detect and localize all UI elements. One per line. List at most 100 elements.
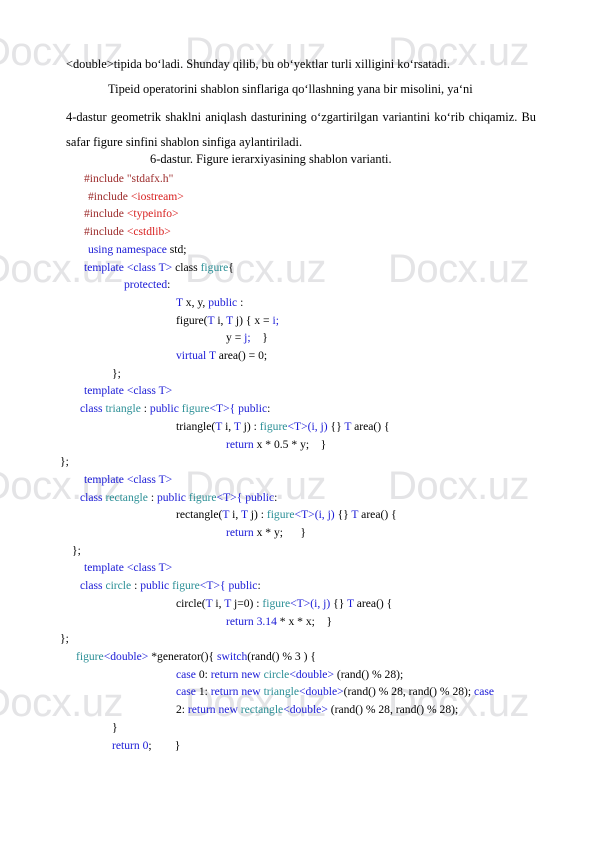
code-token: (rand() % 3 ) { (247, 649, 316, 663)
code-token: : (140, 402, 150, 416)
code-token: T (222, 508, 233, 522)
code-line: }; (60, 630, 546, 648)
code-token: figure (172, 579, 200, 593)
code-token: j) { x = (235, 313, 273, 327)
code-token: i, (215, 596, 225, 610)
paragraph-2: Tipeid operatorini shablon sinflariga qo… (108, 82, 473, 96)
code-line: class circle : public figure<T>{ public: (66, 577, 546, 595)
code-line: template <class T> class figure{ (66, 259, 546, 277)
code-token: : (267, 402, 271, 416)
code-token: return (112, 738, 143, 752)
code-line: triangle(T i, T j) : figure<T>(i, j) {} … (66, 418, 546, 436)
code-token: triangle( (176, 419, 216, 433)
code-token: ; } (148, 738, 181, 752)
code-token: >{ (230, 490, 246, 504)
code-token: T (205, 596, 216, 610)
code-token: i, (225, 419, 234, 433)
code-token: #include (84, 207, 127, 221)
code-token: using namespace (88, 242, 170, 256)
code-token: i; (272, 313, 279, 327)
code-block[interactable]: #include "stdafx.h" #include <iostream> #i… (60, 170, 546, 754)
code-token: template < (84, 260, 134, 274)
code-line: case 1: return new triangle<double>(rand… (66, 683, 546, 701)
code-token: i, (217, 313, 227, 327)
code-line: #include <cstdlib> (66, 223, 546, 241)
code-line: rectangle(T i, T j) : figure<T>(i, j) {}… (66, 506, 546, 524)
code-token: >{ (213, 579, 229, 593)
code-token: T (226, 313, 236, 327)
code-token: #include (88, 189, 131, 203)
code-token: class (133, 561, 159, 575)
code-line: template <class T> (66, 559, 546, 577)
code-line: }; (66, 542, 546, 560)
code-token: public (228, 579, 258, 593)
code-token: T (351, 508, 362, 522)
code-token: triangle (105, 402, 141, 416)
code-token: double (305, 685, 338, 699)
code-token: }; (72, 543, 81, 557)
code-token: area() = 0; (218, 349, 268, 363)
code-token: (rand() % 28, rand() % 28); (330, 703, 459, 717)
code-token: (rand() % 28); (333, 667, 404, 681)
code-token: <iostream> (130, 189, 184, 203)
code-token: figure (262, 596, 291, 610)
code-token: template < (84, 561, 134, 575)
code-token: public (149, 402, 182, 416)
code-token: protected (124, 278, 168, 292)
code-token: return (226, 526, 257, 540)
code-token: rectangle (105, 490, 148, 504)
code-token: circle (105, 579, 132, 593)
code-token: T> (158, 384, 173, 398)
code-token: >{ (223, 402, 239, 416)
paragraph-3: 4-dastur geometrik shaklni aniqlash dast… (66, 110, 536, 149)
code-token: return new (210, 685, 264, 699)
code-token: : (167, 278, 171, 292)
code-token: figure( (176, 313, 208, 327)
code-line: return 3.14 * x * x; } (66, 613, 546, 631)
code-token: circle( (176, 596, 206, 610)
code-line: case 0: return new circle<double> (rand(… (66, 666, 546, 684)
code-token: > (141, 649, 152, 663)
code-token: } (250, 331, 268, 345)
code-token: class (80, 402, 106, 416)
code-token: > (321, 703, 331, 717)
code-line: protected: (66, 276, 546, 294)
code-token: figure (181, 402, 210, 416)
code-token: case (176, 667, 199, 681)
code-token: figure (188, 490, 217, 504)
code-token: : (274, 490, 278, 504)
code-line: return x * 0.5 * y; } (66, 436, 546, 454)
code-line: 2: return new rectangle<double> (rand() … (66, 701, 546, 719)
code-token: *generator(){ (151, 649, 217, 663)
code-token: j) : (250, 508, 267, 522)
code-token: public (208, 295, 238, 309)
code-token: T (224, 596, 234, 610)
code-token: : (257, 579, 261, 593)
code-token: double (295, 667, 328, 681)
code-token: template < (84, 472, 134, 486)
code-token: #include (84, 225, 127, 239)
code-token: x * 0.5 * y; } (256, 437, 327, 451)
code-token: return new (187, 703, 241, 717)
code-token: class (80, 490, 106, 504)
code-token: : (131, 579, 141, 593)
code-line: y = j; } (66, 329, 546, 347)
code-token: }; (60, 632, 69, 646)
code-token: area() { (361, 508, 397, 522)
code-token: T (346, 596, 357, 610)
code-line: }; (60, 453, 546, 471)
code-token: }; (60, 455, 69, 469)
code-token: { (228, 260, 234, 274)
code-token: case (474, 685, 494, 699)
code-token: T (344, 419, 355, 433)
code-token: T (215, 419, 226, 433)
code-token: figure (266, 508, 295, 522)
code-token: circle (263, 667, 290, 681)
code-token: T> (158, 472, 173, 486)
code-token: double (110, 649, 142, 663)
code-token: j=0) : (233, 596, 263, 610)
code-token: T (240, 508, 251, 522)
code-token: {} (334, 508, 352, 522)
code-token: i, (232, 508, 241, 522)
code-token: * x * x; } (276, 614, 333, 628)
